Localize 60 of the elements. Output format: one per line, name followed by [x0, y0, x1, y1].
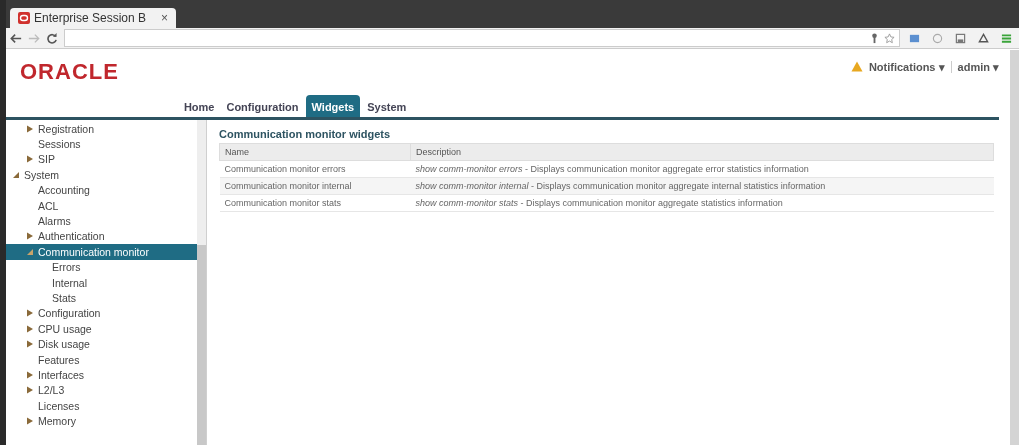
column-header: Description [410, 143, 994, 161]
save-icon[interactable] [955, 32, 966, 44]
table-cell: show comm-monitor internal - Displays communication monitor aggregate internal statistics information [410, 177, 994, 195]
tree-item[interactable]: SIP [6, 151, 197, 168]
tree-item[interactable]: Configuration [6, 305, 197, 322]
expander-icon[interactable] [26, 232, 34, 241]
tree-item[interactable]: CPU usage [6, 321, 197, 337]
tree-item[interactable]: System [6, 167, 197, 183]
menu-icon[interactable] [1001, 32, 1012, 44]
sidebar-scrollbar[interactable] [197, 120, 206, 445]
expander-icon[interactable] [26, 324, 34, 333]
tree-item[interactable]: ACL [6, 197, 197, 214]
tree-item[interactable]: Errors [6, 259, 197, 275]
expander-icon[interactable] [26, 370, 34, 379]
expander-icon[interactable] [12, 170, 20, 179]
tree-item[interactable]: L2/L3 [6, 382, 197, 399]
tree-item[interactable]: Authentication [6, 228, 197, 245]
tree-item[interactable]: Stats [6, 290, 197, 306]
expander-icon[interactable] [26, 309, 34, 318]
back-icon[interactable] [10, 32, 22, 44]
tree-item[interactable]: Communication monitor [6, 244, 197, 260]
nav-tab[interactable]: System [362, 97, 412, 117]
table-cell: Communication monitor stats [219, 194, 411, 212]
key-icon[interactable] [869, 32, 880, 44]
table-cell: show comm-monitor stats - Displays communication monitor aggregate statistics information [410, 194, 994, 212]
expander-icon[interactable] [26, 417, 34, 426]
browser-tab[interactable]: Enterprise Session B × [10, 8, 176, 28]
nav-tab[interactable]: Configuration [221, 97, 304, 117]
column-header: Name [219, 143, 411, 161]
tree-item[interactable]: Memory [6, 413, 197, 429]
tree-item[interactable]: Features [6, 351, 197, 368]
tree-item[interactable]: Alarms [6, 213, 197, 229]
notifications-menu[interactable]: Notifications ▾ [868, 61, 945, 74]
user-menu[interactable]: admin ▾ [957, 61, 999, 74]
tree-item[interactable]: Licenses [6, 398, 197, 414]
nav-tab[interactable]: Widgets [305, 95, 361, 117]
tab-title: Enterprise Session B [34, 11, 147, 25]
table-cell: Communication monitor errors [219, 160, 411, 178]
page-scrollbar[interactable] [1010, 50, 1019, 445]
tree-item[interactable]: Internal [6, 274, 197, 291]
tree-item[interactable]: Accounting [6, 182, 197, 198]
table-cell: show comm-monitor errors - Displays communication monitor aggregate error statistics information [410, 160, 994, 178]
expander-icon[interactable] [26, 124, 34, 133]
expander-icon[interactable] [26, 155, 34, 164]
panel-title: Communication monitor widgets [219, 128, 392, 140]
close-tab-button[interactable]: × [161, 11, 168, 25]
expander-icon[interactable] [26, 340, 34, 349]
tree-item[interactable]: Sessions [6, 136, 197, 152]
oracle-logo: ORACLE [20, 59, 119, 85]
star-icon[interactable] [884, 32, 895, 44]
reload-icon[interactable] [46, 32, 58, 44]
nav-tab[interactable]: Home [178, 97, 220, 117]
tree-item[interactable]: Disk usage [6, 336, 197, 352]
expander-icon[interactable] [26, 386, 34, 395]
table-cell: Communication monitor internal [219, 177, 411, 195]
favicon-icon [18, 12, 30, 24]
warning-icon [850, 61, 863, 72]
tree-item[interactable]: Interfaces [6, 367, 197, 383]
tree-item[interactable]: Registration [6, 121, 197, 137]
expander-icon[interactable] [26, 247, 34, 256]
